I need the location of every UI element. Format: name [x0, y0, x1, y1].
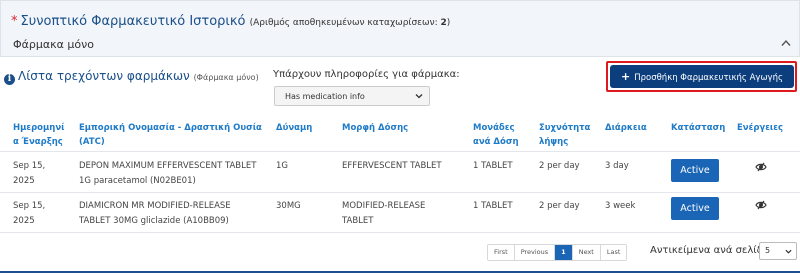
row-divider [0, 151, 800, 152]
cell-date-line1: Sep 15, [13, 161, 46, 171]
items-per-page-label: Αντικείμενα ανά σελίδα: [650, 245, 773, 256]
cell-frequency: 2 per day [539, 201, 580, 211]
col-frequency[interactable]: Συχνότητα λήψης [539, 121, 594, 149]
page-current-button[interactable]: 1 [555, 245, 573, 260]
page-last-button[interactable]: Last [600, 245, 627, 260]
cell-name-line1: DEPON MAXIMUM EFFERVESCENT TABLET [79, 161, 257, 171]
cell-name-line2: TABLET 30MG gliclazide (A10BB09) [79, 216, 229, 226]
add-medication-label: Προσθήκη Φαρμακευτικής Αγωγής [634, 73, 783, 83]
cell-form-line1: EFFERVESCENT TABLET [342, 161, 442, 171]
items-per-page-select[interactable]: 5 [759, 242, 797, 260]
col-start-date[interactable]: Ημερομηνί α Έναρξης [13, 121, 65, 149]
col-duration[interactable]: Διάρκεια [605, 121, 660, 135]
row-divider [0, 232, 800, 233]
history-title: * Συνοπτικό Φαρμακευτικό Ιστορικό (Αριθμό… [11, 14, 450, 29]
cell-units: 1 TABLET [473, 201, 513, 211]
cell-frequency: 2 per day [539, 161, 580, 171]
col-form[interactable]: Μορφή Δόσης [342, 121, 442, 135]
items-per-page-value: 5 [765, 246, 771, 255]
cell-strength: 1G [276, 161, 288, 171]
col-units[interactable]: Μονάδες ανά Δόση [473, 121, 528, 149]
list-title-text: Λίστα τρεχόντων φαρμάκων [18, 69, 190, 83]
chevron-down-icon [415, 94, 423, 99]
col-actions: Ενέργειες [737, 123, 784, 133]
cell-date-line2: 2025 [13, 176, 35, 186]
history-subtitle: Φάρμακα μόνο [13, 38, 94, 51]
status-active-button[interactable]: Active [671, 159, 719, 182]
col-strength[interactable]: Δύναμη [276, 121, 336, 135]
filter-selected-value: Has medication info [285, 92, 365, 101]
cell-date-line2: 2025 [13, 216, 35, 226]
info-icon: i [4, 74, 15, 85]
row-divider [0, 192, 800, 193]
page-first-button[interactable]: First [488, 245, 515, 260]
saved-count-suffix: ) [446, 18, 451, 28]
cell-date-line1: Sep 15, [13, 201, 46, 211]
cell-duration: 3 day [605, 161, 629, 171]
cell-name-line1: DIAMICRON MR MODIFIED-RELEASE [79, 201, 231, 211]
medication-info-filter-select[interactable]: Has medication info [274, 86, 430, 106]
list-title-note: (Φάρμακα μόνο) [193, 73, 259, 82]
add-medication-button[interactable]: + Προσθήκη Φαρμακευτικής Αγωγής [610, 65, 794, 88]
history-header-panel[interactable]: * Συνοπτικό Φαρμακευτικό Ιστορικό (Αριθμό… [0, 0, 800, 57]
cell-form-line1: MODIFIED-RELEASE [342, 201, 426, 211]
pill-eye-icon[interactable] [755, 162, 767, 172]
cell-units: 1 TABLET [473, 161, 513, 171]
pill-eye-icon[interactable] [755, 200, 767, 210]
cell-form-line2: TABLET [342, 216, 374, 226]
page-previous-button[interactable]: Previous [514, 245, 556, 260]
cell-duration: 3 week [605, 201, 636, 211]
medication-info-filter-label: Υπάρχουν πληροφορίες για φάρμακα: [273, 69, 460, 80]
pagination: First Previous 1 Next Last [487, 244, 628, 261]
cell-strength: 30MG [276, 201, 301, 211]
saved-count: (Αριθμός αποθηκευμένων καταχωρίσεων: 2) [250, 18, 451, 28]
plus-icon: + [621, 70, 631, 83]
bottom-border [0, 271, 800, 273]
col-trade-name[interactable]: Εμπορική Ονομασία - Δραστική Ουσία (ATC) [79, 121, 269, 149]
chevron-up-icon[interactable] [781, 39, 791, 47]
col-status[interactable]: Κατάσταση [671, 121, 726, 135]
status-active-button[interactable]: Active [671, 197, 719, 220]
page-next-button[interactable]: Next [572, 245, 601, 260]
saved-count-prefix: (Αριθμός αποθηκευμένων καταχωρίσεων: [249, 18, 441, 28]
required-mark: * [11, 14, 18, 29]
chevron-down-icon [785, 249, 792, 254]
current-medications-title: i Λίστα τρεχόντων φαρμάκων (Φάρμακα μόνο) [4, 69, 259, 85]
history-title-text: Συνοπτικό Φαρμακευτικό Ιστορικό [20, 14, 246, 29]
cell-name-line2: 1G paracetamol (N02BE01) [79, 176, 196, 186]
